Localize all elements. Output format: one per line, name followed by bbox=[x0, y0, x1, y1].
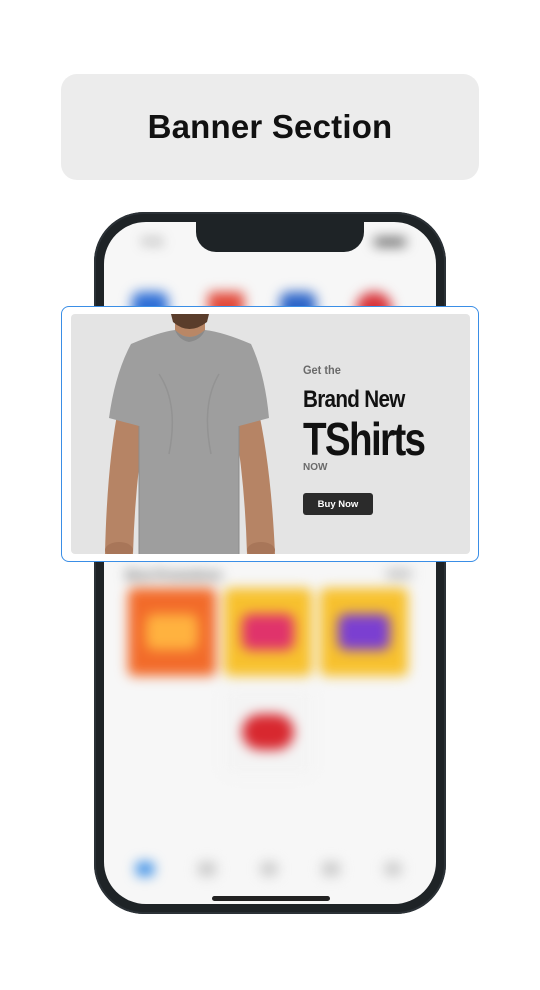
promotions-see-all-link[interactable] bbox=[386, 570, 412, 578]
status-icons bbox=[374, 238, 406, 246]
promo-tile-graphic bbox=[146, 614, 198, 650]
section-title-card: Banner Section bbox=[61, 74, 479, 180]
home-indicator bbox=[212, 896, 330, 901]
promo-banner[interactable]: Get the Brand New TShirts NOW Buy Now bbox=[71, 314, 470, 554]
cart-icon[interactable] bbox=[322, 862, 340, 876]
section-title: Banner Section bbox=[147, 108, 393, 145]
promo-tile-red-badge[interactable] bbox=[224, 688, 312, 776]
banner-headline-line2: TShirts bbox=[303, 413, 426, 465]
banner-highlight-frame: Get the Brand New TShirts NOW Buy Now bbox=[61, 306, 479, 562]
promo-tile-orange[interactable] bbox=[128, 588, 216, 676]
grid-icon[interactable] bbox=[198, 862, 216, 876]
tshirt-model-image bbox=[105, 314, 275, 554]
promo-tile-graphic bbox=[242, 714, 294, 750]
banner-eyebrow: Get the bbox=[303, 364, 341, 378]
promo-tile-graphic bbox=[242, 614, 294, 650]
banner-headline-line1: Brand New bbox=[303, 386, 405, 413]
status-time: 9:41 bbox=[142, 236, 164, 248]
phone-notch bbox=[196, 222, 364, 252]
page: Banner Section 9:41 Best Promotions Get … bbox=[0, 0, 540, 990]
search-icon[interactable] bbox=[260, 862, 278, 876]
profile-icon[interactable] bbox=[384, 862, 402, 876]
promo-tile-yellow-sale[interactable] bbox=[224, 588, 312, 676]
buy-now-button[interactable]: Buy Now bbox=[303, 493, 373, 515]
promo-tile-yellow-purple[interactable] bbox=[320, 588, 408, 676]
promo-tile-graphic bbox=[338, 614, 390, 650]
promotions-heading: Best Promotions bbox=[126, 568, 223, 582]
banner-copy: Get the Brand New TShirts NOW bbox=[303, 364, 463, 473]
home-icon[interactable] bbox=[136, 862, 154, 876]
